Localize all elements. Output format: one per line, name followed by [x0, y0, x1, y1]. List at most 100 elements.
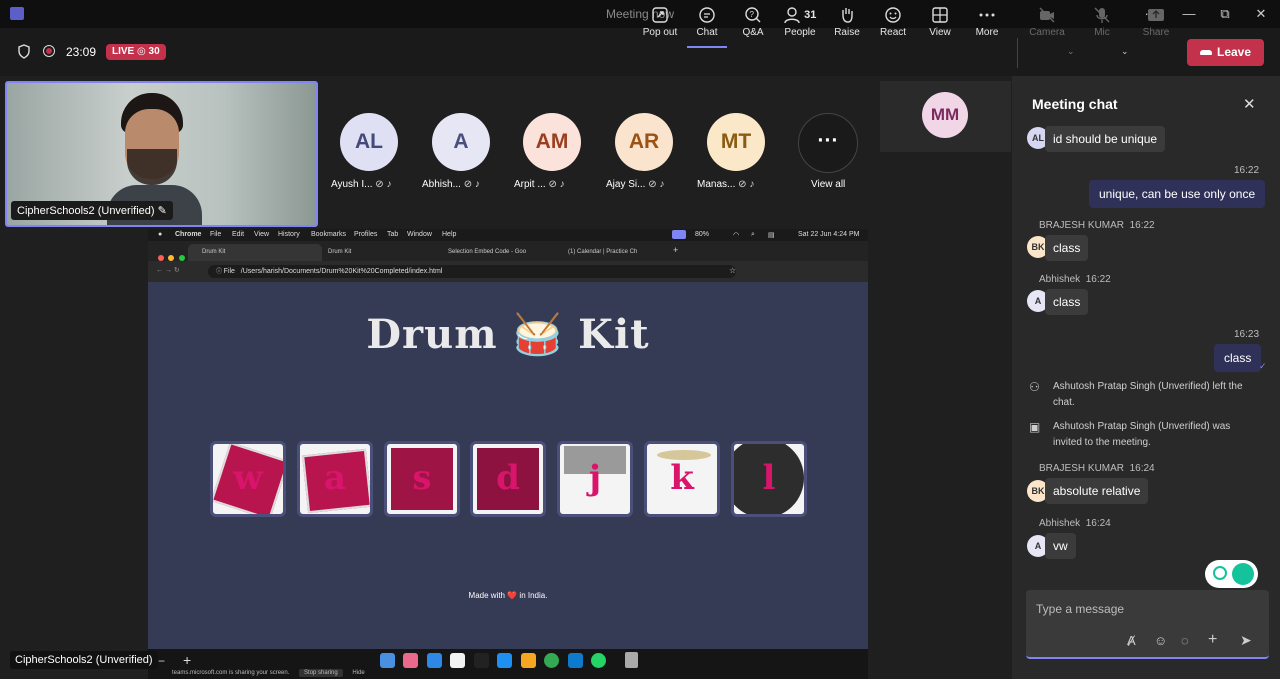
view-all-button[interactable]: ···	[798, 113, 858, 173]
location-pin-icon	[1213, 566, 1227, 580]
popout-button[interactable]: Pop out	[637, 6, 683, 48]
drum-key-k: k	[644, 441, 720, 517]
chat-title: Meeting chat	[1032, 96, 1118, 112]
raise-hand-button[interactable]: Raise	[824, 6, 870, 48]
mic-off-icon	[1094, 7, 1110, 23]
reminders-icon	[450, 653, 466, 668]
mic-off-icon: ♪	[386, 179, 392, 190]
people-button[interactable]: 31 People	[777, 6, 823, 48]
viewer-count: 30	[148, 46, 160, 57]
mic-off-icon: ♪	[659, 179, 665, 190]
meeting-timer: 23:09	[66, 45, 97, 59]
system-message: Ashutosh Pratap Singh (Unverified) left …	[1053, 381, 1243, 408]
camera-options-icon[interactable]: ⌄	[1067, 46, 1075, 57]
camera-off-icon: ⊘	[738, 179, 747, 190]
share-icon	[1148, 9, 1164, 21]
grammarly-widget[interactable]	[1205, 560, 1258, 588]
zoom-in-icon[interactable]: +	[183, 652, 191, 668]
participant-name-4: Manas... ⊘ ♪	[697, 179, 755, 190]
chat-message: vw	[1045, 533, 1076, 559]
view-button[interactable]: View	[917, 6, 963, 48]
grammarly-icon	[1232, 563, 1254, 585]
participant-avatar-1[interactable]: A	[432, 113, 490, 171]
url-field: ⓘ File /Users/harish/Documents/Drum%20Ki…	[208, 265, 736, 278]
more-icon	[979, 13, 995, 17]
react-button[interactable]: React	[870, 6, 916, 48]
grid-icon	[932, 7, 948, 23]
chat-icon	[699, 7, 715, 23]
emoji-icon[interactable]: ☺	[1154, 633, 1167, 648]
spotlight-icon: ⌕	[751, 231, 755, 238]
restore-button[interactable]: ⧉	[1210, 4, 1240, 24]
svg-text:?: ?	[750, 10, 755, 19]
sticker-icon[interactable]: ◌	[1181, 633, 1189, 648]
more-button[interactable]: More	[964, 6, 1010, 48]
mm-video-tile[interactable]: MM	[880, 81, 1011, 152]
more-icon: ···	[817, 129, 839, 152]
chat-timestamp: 16:22	[1234, 165, 1260, 176]
share-button[interactable]: Share	[1133, 6, 1179, 48]
chat-sender: BRAJESH KUMAR 16:22	[1039, 220, 1155, 231]
chat-message: absolute relative	[1045, 478, 1149, 504]
live-label: LIVE	[112, 46, 135, 57]
chat-sender: BRAJESH KUMAR 16:24	[1039, 463, 1155, 474]
mic-off-icon: ♪	[749, 179, 755, 190]
format-icon[interactable]: Ⱥ	[1127, 633, 1136, 648]
view-all-label[interactable]: View all	[811, 179, 845, 190]
popout-icon	[652, 7, 668, 23]
vscode-icon	[567, 653, 583, 668]
wifi-icon: ◠	[733, 232, 740, 239]
chat-message: id should be unique	[1045, 126, 1166, 152]
chrome-address-bar: ← → ↻ ⓘ File /Users/harish/Documents/Dru…	[148, 261, 868, 282]
participant-avatar-2[interactable]: AM	[523, 113, 581, 171]
smiley-icon	[885, 7, 901, 23]
participant-name-0: Ayush I... ⊘ ♪	[331, 179, 392, 190]
self-name-chip: CipherSchools2 (Unverified) ✎	[11, 201, 173, 220]
attach-plus-icon[interactable]: +	[1208, 631, 1217, 649]
leave-button[interactable]: Leave	[1187, 39, 1264, 66]
qa-button[interactable]: ? Q&A	[730, 6, 776, 48]
appstore-icon	[497, 653, 513, 668]
eye-icon: ◎	[137, 46, 149, 57]
camera-button[interactable]: Camera	[1024, 6, 1070, 48]
nav-arrows-icon: ← → ↻	[156, 267, 180, 274]
close-window-button[interactable]: ✕	[1246, 4, 1276, 24]
drum-key-w: w	[210, 441, 286, 517]
chrome-tab-3: (1) Calendar | Practice Ch	[568, 249, 638, 255]
drum-key-d: d	[470, 441, 546, 517]
pin-icon[interactable]: ✎	[158, 205, 167, 217]
self-video-tile[interactable]: CipherSchools2 (Unverified) ✎	[5, 81, 318, 227]
close-chat-icon[interactable]: ✕	[1243, 95, 1256, 113]
mic-options-icon[interactable]: ⌄	[1121, 46, 1129, 57]
message-input[interactable]: Type a message	[1036, 602, 1124, 616]
participant-avatar-3[interactable]: AR	[615, 113, 673, 171]
chat-sender: Abhishek 16:22	[1039, 274, 1111, 285]
mail-icon	[426, 653, 442, 668]
stop-sharing-button[interactable]: Stop sharing	[299, 669, 343, 677]
new-tab-icon: +	[673, 245, 679, 255]
message-compose[interactable]: Type a message Ⱥ ☺ ◌ + ➤	[1026, 590, 1269, 659]
chrome-tab-2: Selection Embed Code - Goo	[448, 249, 527, 255]
chat-button[interactable]: Chat	[684, 6, 730, 48]
camera-off-icon: ⊘	[548, 179, 557, 190]
apple-icon: ●	[158, 231, 163, 238]
mac-dock: − + teams.microsoft.com is sharing your …	[148, 649, 868, 679]
send-icon[interactable]: ➤	[1240, 632, 1252, 649]
control-center-icon: ▤	[768, 232, 775, 239]
participant-avatar-4[interactable]: MT	[707, 113, 765, 171]
drum-kit-heading: Drum 🥁 Kit	[366, 311, 650, 358]
recording-icon	[43, 45, 55, 57]
mic-button[interactable]: Mic	[1079, 6, 1125, 48]
chat-message-own: unique, can be use only once	[1089, 180, 1266, 208]
sharing-notice: teams.microsoft.com is sharing your scre…	[172, 669, 365, 677]
participant-avatar-0[interactable]: AL	[340, 113, 398, 171]
chat-active-indicator	[687, 46, 727, 48]
chrome-tab-0: Drum Kit	[188, 244, 322, 261]
phone-hangup-icon	[1199, 50, 1212, 56]
hand-icon	[842, 8, 853, 23]
drum-key-j: j	[557, 441, 633, 517]
chat-message: class	[1045, 289, 1089, 315]
hide-button[interactable]: Hide	[352, 670, 364, 676]
zoom-out-icon[interactable]: −	[158, 654, 165, 668]
toolbar-divider	[1017, 38, 1018, 68]
